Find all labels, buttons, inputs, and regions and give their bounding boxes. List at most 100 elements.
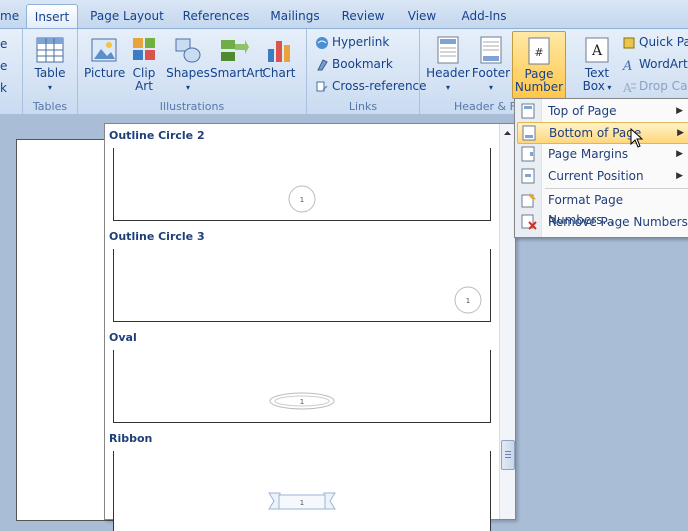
menu-label: Bottom of Page [549, 126, 642, 140]
group-illustrations: Picture Clip Art Shapes ▾ SmartArt Chart I… [78, 29, 307, 115]
picture-label: Picture [84, 66, 126, 80]
gallery-item-title: Ribbon [109, 432, 153, 445]
menu-item-bottom-of-page[interactable]: Bottom of Page ▶ [517, 122, 688, 144]
tab-home[interactable]: me [0, 4, 19, 28]
bookmark-button[interactable]: Bookmark [315, 55, 393, 73]
table-button[interactable]: Table ▾ [27, 35, 73, 94]
outline-circle-page-number: 1 [288, 185, 316, 213]
menu-label: Page Margins [548, 147, 629, 161]
hyperlink-label: Hyperlink [332, 35, 390, 49]
scroll-thumb[interactable] [501, 440, 515, 470]
outline-circle-page-number: 1 [454, 286, 482, 314]
svg-text:A: A [622, 81, 632, 94]
header-button[interactable]: Header ▾ [426, 35, 470, 94]
page-number-button[interactable]: # PageNumber ▾ [512, 31, 566, 107]
wordart-button[interactable]: A WordArt [622, 55, 688, 74]
tab-add-ins[interactable]: Add-Ins [458, 4, 510, 28]
clip-art-button[interactable]: Clip Art [126, 35, 162, 93]
submenu-arrow-icon: ▶ [676, 149, 683, 159]
menu-item-format-page-numbers[interactable]: Format Page Numbers... [517, 190, 688, 227]
menu-separator [545, 188, 688, 189]
cut-item-1[interactable]: e [0, 35, 7, 53]
links-group-label: Links [348, 100, 378, 113]
drop-cap-icon: A [622, 81, 636, 95]
shapes-button[interactable]: Shapes ▾ [166, 35, 210, 94]
tab-references[interactable]: References [180, 4, 252, 28]
text-box-button[interactable]: A Text Box ▾ [578, 35, 616, 94]
submenu-arrow-icon: ▶ [677, 128, 684, 138]
svg-text:A: A [622, 59, 632, 72]
svg-text:1: 1 [300, 398, 304, 406]
svg-text:1: 1 [300, 499, 304, 507]
tab-review[interactable]: Review [338, 4, 388, 28]
page-number-menu: Top of Page ▶ Bottom of Page ▶ Page Margin… [514, 98, 688, 238]
gallery-preview-oval[interactable]: 1 [113, 350, 491, 423]
oval-page-number: 1 [269, 392, 335, 410]
svg-text:A: A [591, 43, 603, 59]
mouse-cursor-icon [630, 128, 644, 148]
tab-view[interactable]: View [402, 4, 442, 28]
cross-reference-button[interactable]: Cross-reference [315, 77, 427, 95]
menu-item-top-of-page[interactable]: Top of Page ▶ [517, 101, 688, 121]
page-number-label-2: Number [514, 80, 564, 94]
group-pages-cut: e e k [0, 29, 23, 115]
cut-item-3[interactable]: k [0, 79, 7, 97]
tab-insert[interactable]: Insert [26, 4, 78, 29]
chart-label: Chart [262, 66, 296, 80]
wordart-icon: A [622, 59, 632, 74]
text-box-icon: A [585, 37, 609, 63]
menu-label: Top of Page [548, 104, 617, 118]
illustrations-group-label: Illustrations [159, 100, 225, 113]
svg-text:1: 1 [466, 297, 470, 305]
footer-button[interactable]: Footer ▾ [470, 35, 512, 94]
menu-item-page-margins[interactable]: Page Margins ▶ [517, 144, 688, 164]
cross-reference-icon [316, 81, 328, 91]
tab-mailings[interactable]: Mailings [266, 4, 324, 28]
svg-text:1: 1 [300, 196, 304, 204]
table-icon [36, 37, 64, 63]
submenu-arrow-icon: ▶ [676, 171, 683, 181]
top-of-page-icon [521, 103, 535, 119]
gallery-item-title: Outline Circle 3 [109, 230, 205, 243]
gallery-scrollbar[interactable] [499, 124, 515, 519]
hyperlink-icon [316, 36, 328, 49]
gallery-preview-outline-circle-3[interactable]: 1 [113, 249, 491, 322]
menu-item-current-position[interactable]: Current Position ▶ [517, 166, 688, 186]
group-tables: Table ▾ Tables [23, 29, 78, 115]
format-page-numbers-icon [521, 193, 536, 208]
scroll-up-arrow-icon[interactable] [500, 126, 515, 140]
chart-icon [268, 41, 290, 62]
cut-item-2[interactable]: e [0, 57, 7, 75]
ribbon-tab-bar: me Insert Page Layout References Mailing… [0, 0, 688, 29]
quick-parts-icon [623, 37, 635, 48]
text-box-label-2: Box [582, 79, 605, 93]
group-links: Hyperlink Bookmark Cross-reference Links [307, 29, 427, 115]
hyperlink-button[interactable]: Hyperlink [315, 33, 389, 51]
gallery-preview-ribbon[interactable]: 1 [113, 451, 491, 531]
page-number-icon: # [528, 37, 550, 65]
gallery-preview-outline-circle-2[interactable]: 1 [113, 148, 491, 221]
smartart-button[interactable]: SmartArt [210, 35, 264, 80]
menu-item-remove-page-numbers[interactable]: Remove Page Numbers [517, 212, 688, 232]
chart-button[interactable]: Chart [260, 35, 298, 80]
picture-button[interactable]: Picture [84, 35, 126, 80]
ribbon-page-number: 1 [268, 492, 336, 510]
gallery-item-title: Outline Circle 2 [109, 129, 205, 142]
footer-label: Footer [471, 66, 511, 80]
quick-parts-button[interactable]: Quick Par [622, 33, 688, 51]
clip-art-label-1: Clip [132, 66, 156, 80]
header-label: Header [426, 66, 470, 80]
tables-group-label: Tables [32, 100, 68, 113]
quick-parts-label: Quick Par [639, 35, 688, 49]
submenu-arrow-icon: ▶ [676, 106, 683, 116]
tab-page-layout[interactable]: Page Layout [90, 4, 164, 28]
text-box-label-1: Text [584, 66, 610, 80]
drop-cap-button[interactable]: A Drop Cap [622, 77, 688, 95]
footer-icon [480, 36, 502, 64]
menu-label: Current Position [548, 169, 644, 183]
smartart-icon [221, 40, 249, 61]
remove-page-numbers-icon [521, 214, 537, 230]
picture-icon [91, 38, 117, 62]
shapes-label: Shapes [166, 66, 210, 80]
bottom-of-page-gallery[interactable]: Outline Circle 2 1 Outline Circle 3 1 Ov… [104, 123, 516, 531]
